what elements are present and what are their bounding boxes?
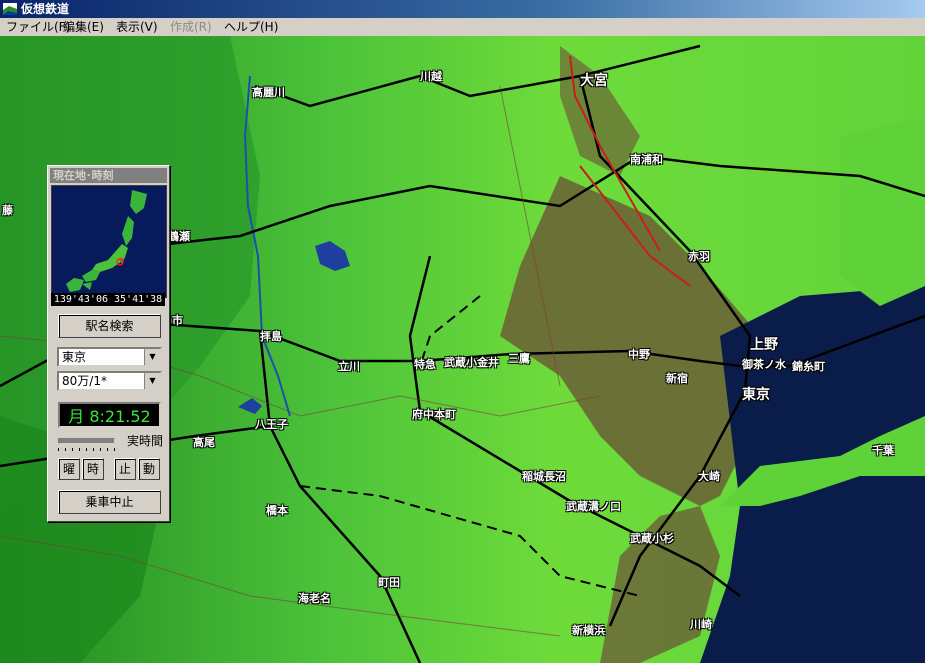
station-label[interactable]: 橋本 bbox=[266, 502, 288, 518]
station-select[interactable]: 東京 ▼ bbox=[57, 347, 162, 367]
station-label[interactable]: 鶴瀬 bbox=[168, 228, 190, 244]
station-label[interactable]: 稲城長沼 bbox=[522, 468, 566, 484]
station-label[interactable]: 拝島 bbox=[260, 328, 282, 344]
chevron-down-icon[interactable]: ▼ bbox=[144, 349, 160, 365]
time-speed-slider[interactable] bbox=[58, 438, 115, 444]
station-label[interactable]: 藤 bbox=[2, 202, 13, 218]
station-label[interactable]: 立川 bbox=[338, 358, 360, 374]
station-label[interactable]: 特急 bbox=[414, 356, 436, 372]
location-time-panel: 現在地･時刻 139'43'06 35'41'38 駅名検索 東京 ▼ 80万/… bbox=[47, 165, 170, 522]
weekday-button[interactable]: 曜 bbox=[58, 458, 80, 480]
station-label[interactable]: 市 bbox=[172, 312, 183, 328]
exit-ride-button[interactable]: 乗車中止 bbox=[58, 490, 161, 514]
station-label[interactable]: 府中本町 bbox=[412, 406, 456, 422]
station-label[interactable]: 錦糸町 bbox=[792, 358, 825, 374]
station-label[interactable]: 新横浜 bbox=[572, 622, 605, 638]
menu-create[interactable]: 作成(R) bbox=[170, 18, 212, 36]
station-label[interactable]: 東京 bbox=[742, 384, 770, 404]
station-label[interactable]: 武蔵溝ノ口 bbox=[566, 498, 621, 514]
app-icon bbox=[3, 3, 17, 15]
station-label[interactable]: 大宮 bbox=[580, 70, 608, 90]
station-label[interactable]: 上野 bbox=[750, 334, 778, 354]
japan-minimap bbox=[52, 186, 166, 297]
station-label[interactable]: 武蔵小金井 bbox=[444, 354, 499, 370]
menu-help[interactable]: ヘルプ(H) bbox=[224, 18, 278, 36]
station-label[interactable]: 高麗川 bbox=[252, 84, 285, 100]
station-label[interactable]: 三鷹 bbox=[508, 350, 530, 366]
scale-select[interactable]: 80万/1* ▼ bbox=[57, 371, 162, 391]
station-label[interactable]: 川崎 bbox=[690, 616, 712, 632]
station-label[interactable]: 高尾 bbox=[193, 434, 215, 450]
menu-bar: ファイル(F) 編集(E) 表示(V) 作成(R) ヘルプ(H) bbox=[0, 18, 925, 36]
move-button[interactable]: 動 bbox=[138, 458, 160, 480]
station-label[interactable]: 武蔵小杉 bbox=[630, 530, 674, 546]
station-label[interactable]: 南浦和 bbox=[630, 151, 663, 167]
station-label[interactable]: 海老名 bbox=[298, 590, 331, 606]
title-bar: 仮想鉄道 bbox=[0, 0, 925, 18]
station-label[interactable]: 御茶ノ水 bbox=[742, 356, 786, 372]
station-label[interactable]: 中野 bbox=[628, 346, 650, 362]
station-search-button[interactable]: 駅名検索 bbox=[58, 314, 161, 338]
station-label[interactable]: 赤羽 bbox=[688, 248, 710, 264]
station-label[interactable]: 新宿 bbox=[666, 370, 688, 386]
station-label[interactable]: 町田 bbox=[378, 574, 400, 590]
chevron-down-icon[interactable]: ▼ bbox=[144, 373, 160, 389]
stop-button[interactable]: 止 bbox=[114, 458, 136, 480]
slider-ticks bbox=[58, 448, 115, 451]
panel-title[interactable]: 現在地･時刻 bbox=[50, 168, 167, 183]
menu-file[interactable]: ファイル(F) bbox=[6, 18, 70, 36]
window-title: 仮想鉄道 bbox=[21, 2, 70, 16]
station-label[interactable]: 八王子 bbox=[255, 416, 288, 432]
minimap[interactable] bbox=[51, 185, 167, 298]
station-label[interactable]: 川越 bbox=[420, 68, 442, 84]
hour-button[interactable]: 時 bbox=[82, 458, 104, 480]
menu-edit[interactable]: 編集(E) bbox=[63, 18, 104, 36]
menu-view[interactable]: 表示(V) bbox=[116, 18, 158, 36]
coordinates-display: 139'43'06 35'41'38 bbox=[51, 293, 165, 306]
station-label[interactable]: 千葉 bbox=[872, 442, 894, 458]
station-select-value: 東京 bbox=[62, 350, 87, 364]
station-label[interactable]: 大崎 bbox=[698, 468, 720, 484]
scale-select-value: 80万/1* bbox=[62, 374, 107, 388]
realtime-label: 実時間 bbox=[127, 434, 164, 448]
clock-display: 月 8:21.52 bbox=[58, 402, 161, 428]
